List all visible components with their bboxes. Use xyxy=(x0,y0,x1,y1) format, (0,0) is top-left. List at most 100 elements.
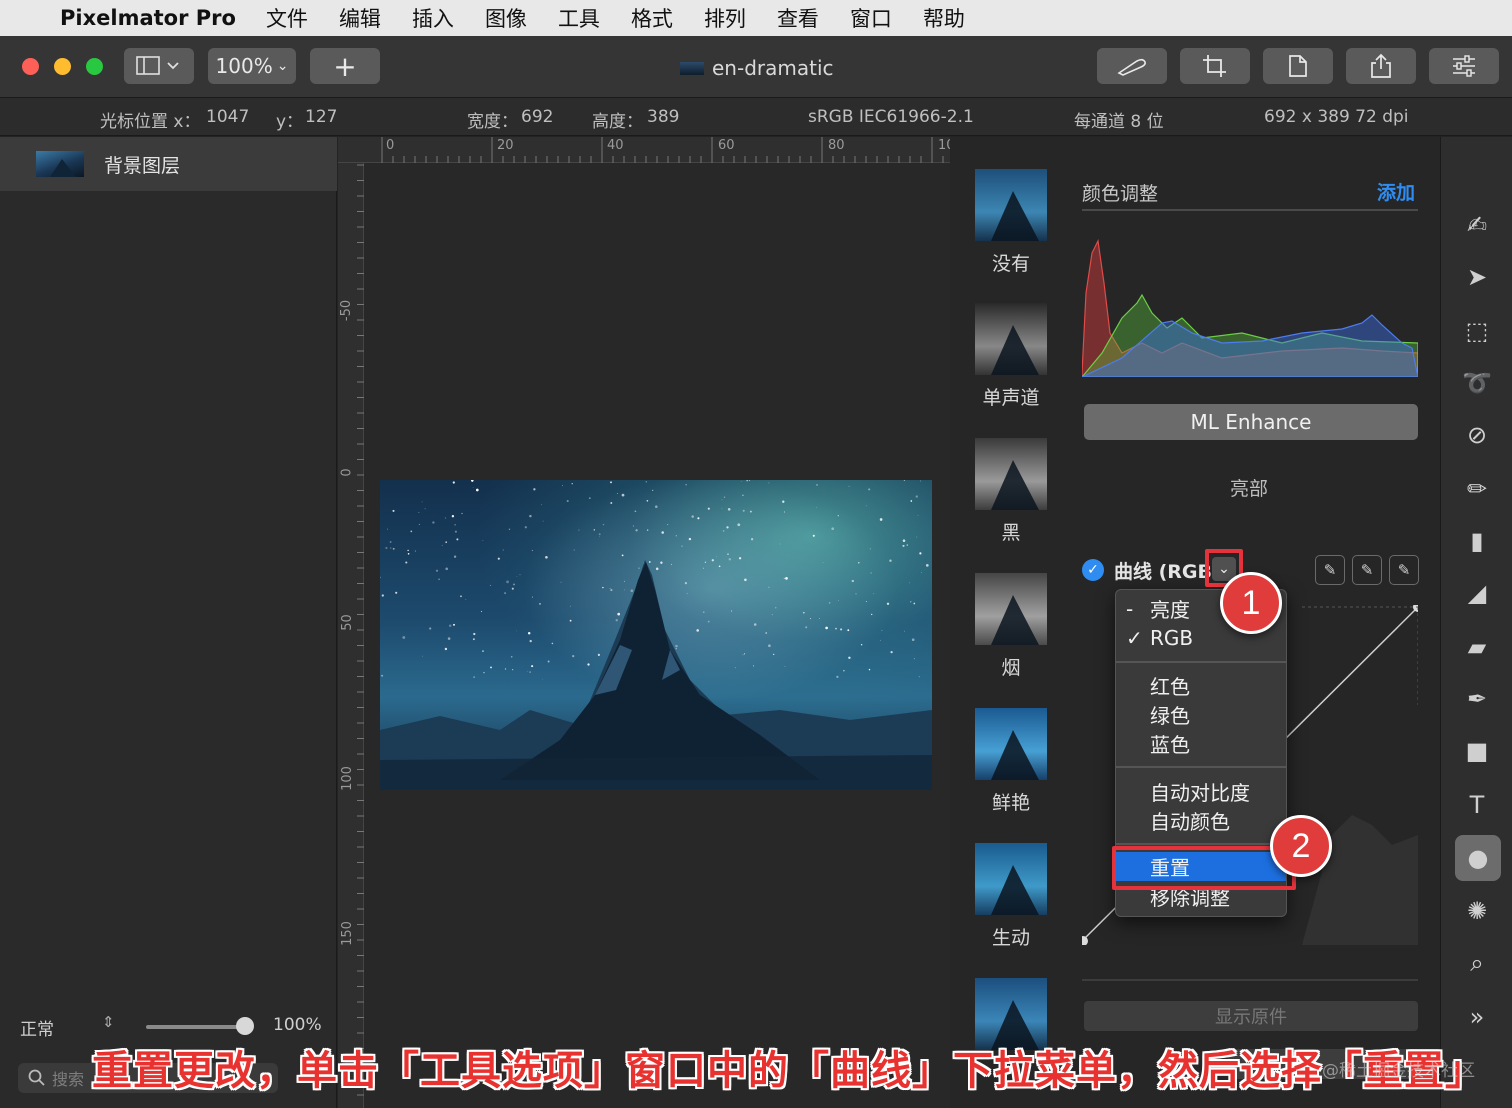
preset-none[interactable]: 没有 xyxy=(975,169,1047,276)
preset-thumbnail xyxy=(975,573,1047,645)
search-placeholder: 搜索 xyxy=(52,1070,85,1089)
ruler-label: 0 xyxy=(339,468,355,477)
menu-window[interactable]: 窗口 xyxy=(850,3,892,33)
tool-options-button[interactable] xyxy=(1429,48,1499,84)
brush-icon[interactable]: ✏ xyxy=(1459,471,1495,507)
menu-format[interactable]: 格式 xyxy=(631,3,673,33)
preset-vibrant[interactable]: 鲜艳 xyxy=(975,708,1047,815)
curves-enable-checkbox[interactable]: ✓ xyxy=(1082,559,1104,581)
presets-column: 没有 单声道 黑 烟 鲜艳 生动 xyxy=(950,137,1068,1108)
shape-icon[interactable]: ■ xyxy=(1459,733,1495,769)
sidebar-toggle-button[interactable] xyxy=(124,48,194,84)
ruler-label: 0 xyxy=(386,138,395,153)
height-value: 389 xyxy=(647,107,680,127)
menu-item-blue[interactable]: 蓝色 xyxy=(1116,729,1286,758)
add-button[interactable]: + xyxy=(310,48,380,84)
document-thumbnail xyxy=(680,61,704,75)
menu-item-label: RGB xyxy=(1150,625,1194,650)
close-window-button[interactable] xyxy=(22,58,39,75)
minimize-window-button[interactable] xyxy=(54,58,71,75)
eraser-icon[interactable]: ◢ xyxy=(1459,575,1495,611)
menu-item-auto-contrast[interactable]: 自动对比度 xyxy=(1116,777,1286,806)
arrow-icon[interactable]: ➤ xyxy=(1459,259,1495,295)
step-badge-1: 1 xyxy=(1220,572,1282,634)
ruler-label: 150 xyxy=(339,921,355,946)
share-button[interactable] xyxy=(1346,48,1416,84)
ruler-label: 60 xyxy=(718,138,735,153)
menu-arrange[interactable]: 排列 xyxy=(704,3,746,33)
opacity-slider[interactable] xyxy=(146,1025,246,1029)
menu-view[interactable]: 查看 xyxy=(777,3,819,33)
color-profile: sRGB IEC61966-2.1 xyxy=(808,107,974,127)
color-adjust-icon[interactable]: ● xyxy=(1455,835,1501,881)
opacity-value: 100% xyxy=(273,1015,322,1035)
tools-sidebar: ✍ ➤ ⬚ ➰ ⊘ ✏ ▮ ◢ ▰ ✒ ■ T ● ✺ ⌕ » xyxy=(1440,137,1512,1108)
bandage-icon[interactable]: ▰ xyxy=(1459,629,1495,665)
ruler-ticks-horizontal xyxy=(381,137,944,163)
preset-vivid[interactable]: 生动 xyxy=(975,843,1047,950)
ml-enhance-button[interactable]: ML Enhance xyxy=(1084,404,1418,440)
layer-row[interactable]: 背景图层 xyxy=(0,137,337,191)
divider xyxy=(1082,209,1418,211)
color-picker-icon[interactable]: ⊘ xyxy=(1459,417,1495,453)
zoom-window-button[interactable] xyxy=(86,58,103,75)
curves-label: 曲线 (RGB xyxy=(1114,561,1213,583)
menu-item-green[interactable]: 绿色 xyxy=(1116,700,1286,729)
menu-item-red[interactable]: 红色 xyxy=(1116,671,1286,700)
preset-mono[interactable]: 单声道 xyxy=(975,303,1047,410)
opacity-slider-knob[interactable] xyxy=(236,1017,254,1035)
preset-thumbnail xyxy=(975,843,1047,915)
menu-insert[interactable]: 插入 xyxy=(412,3,454,33)
show-original-button[interactable]: 显示原件 xyxy=(1084,1001,1418,1031)
format-button[interactable] xyxy=(1263,48,1333,84)
menu-item-auto-color[interactable]: 自动颜色 xyxy=(1116,806,1286,835)
tutorial-caption: 重置更改，单击「工具选项」窗口中的「曲线」下拉菜单，然后选择「重置」 xyxy=(92,1048,1486,1094)
chevron-down-icon: ⌄ xyxy=(276,58,289,74)
preset-thumbnail xyxy=(975,169,1047,241)
add-adjustment-link[interactable]: 添加 xyxy=(1377,178,1415,205)
bucket-icon[interactable]: ▮ xyxy=(1459,523,1495,559)
sliders-icon xyxy=(1453,55,1475,77)
text-icon[interactable]: T xyxy=(1459,787,1495,823)
pen-icon[interactable]: ✒ xyxy=(1459,681,1495,717)
layer-thumbnail xyxy=(36,151,84,177)
color-adjustments-title: 颜色调整 xyxy=(1082,183,1159,205)
gray-point-picker[interactable]: ✎ xyxy=(1352,555,1382,585)
lasso-icon[interactable]: ➰ xyxy=(1459,365,1495,401)
width-value: 692 xyxy=(521,107,554,127)
menu-image[interactable]: 图像 xyxy=(485,3,527,33)
menu-tools[interactable]: 工具 xyxy=(558,3,600,33)
sidebar-icon xyxy=(136,56,179,75)
zoom-select[interactable]: 100% ⌄ xyxy=(208,48,296,84)
canvas-area[interactable]: 0 20 40 60 80 10 -50 0 50 100 150 xyxy=(338,137,955,1108)
paint-icon[interactable]: ✍ xyxy=(1459,207,1495,243)
up-down-chevron-icon[interactable]: ⇕ xyxy=(102,1013,115,1031)
menu-separator xyxy=(1116,766,1286,768)
highlight-box-reset xyxy=(1112,846,1296,890)
ruler-vertical: -50 0 50 100 150 xyxy=(338,163,364,1108)
menu-item-label: 亮度 xyxy=(1150,598,1190,622)
pen-icon xyxy=(1117,58,1146,76)
crop-button[interactable] xyxy=(1180,48,1250,84)
ruler-label: -50 xyxy=(339,299,355,322)
more-icon[interactable]: » xyxy=(1459,999,1495,1035)
preset-label: 烟 xyxy=(1001,657,1021,679)
white-point-picker[interactable]: ✎ xyxy=(1389,555,1419,585)
preset-smoke[interactable]: 烟 xyxy=(975,573,1047,680)
menu-file[interactable]: 文件 xyxy=(266,3,308,33)
menu-edit[interactable]: 编辑 xyxy=(339,3,381,33)
cursor-x-label: 光标位置 x： xyxy=(100,112,201,132)
preset-label: 黑 xyxy=(1001,522,1021,544)
zoom-icon[interactable]: ⌕ xyxy=(1459,945,1495,981)
preset-black[interactable]: 黑 xyxy=(975,438,1047,545)
black-point-picker[interactable]: ✎ xyxy=(1315,555,1345,585)
app-name-menu[interactable]: Pixelmator Pro xyxy=(60,6,236,30)
marquee-icon[interactable]: ⬚ xyxy=(1459,313,1495,349)
distort-icon[interactable]: ✺ xyxy=(1459,893,1495,929)
canvas-image[interactable] xyxy=(380,480,932,790)
menu-separator xyxy=(1116,661,1286,663)
pen-tool-button[interactable] xyxy=(1097,48,1167,84)
menu-help[interactable]: 帮助 xyxy=(923,3,965,33)
curve-point[interactable] xyxy=(1082,936,1088,945)
blend-mode-select[interactable]: 正常 xyxy=(20,1015,54,1040)
